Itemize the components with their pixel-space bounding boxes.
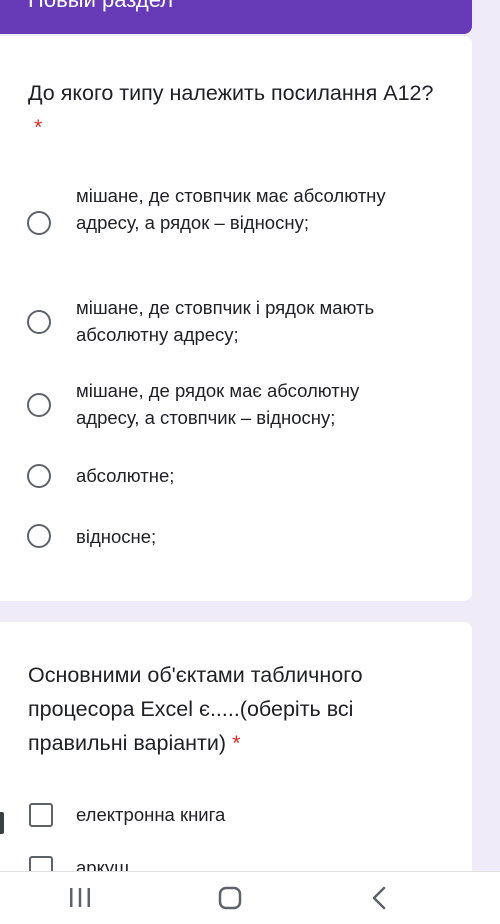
radio-button[interactable] [27, 464, 51, 488]
edge-indicator [0, 812, 4, 834]
home-icon [218, 886, 242, 910]
option-label: електронна книга [76, 804, 226, 825]
radio-button[interactable] [27, 393, 51, 417]
radio-button[interactable] [27, 524, 51, 548]
option-label: мішане, де стовпчик і рядок мають абсолю… [76, 297, 375, 345]
checkbox-option-1[interactable]: електронна книга [0, 801, 472, 831]
question-text: Основними об'єктами табличного процесора… [28, 663, 363, 755]
radio-button[interactable] [27, 211, 51, 235]
required-mark: * [34, 115, 43, 139]
home-icon[interactable] [210, 884, 250, 912]
section-header: Новый раздел [0, 0, 472, 34]
option-label: абсолютне; [76, 465, 175, 486]
required-mark: * [232, 731, 241, 755]
radio-button[interactable] [27, 310, 51, 334]
radio-option-3[interactable]: мішане, де рядок має абсолютну адресу, а… [0, 377, 472, 435]
question-text: До якого типу належить посилання А12? [28, 81, 434, 105]
radio-option-5[interactable]: відносне; [0, 523, 472, 553]
recent-apps-icon[interactable] [60, 884, 100, 912]
question-card-2: Основними об'єктами табличного процесора… [0, 622, 472, 882]
question-card-1: До якого типу належить посилання А12? * м… [0, 36, 472, 601]
checkbox[interactable] [29, 803, 53, 827]
radio-option-2[interactable]: мішане, де стовпчик і рядок мають абсолю… [0, 294, 472, 352]
back-icon[interactable] [360, 884, 400, 912]
question-title: До якого типу належить посилання А12? * [28, 76, 438, 144]
question-title: Основними об'єктами табличного процесора… [28, 658, 428, 760]
section-title: Новый раздел [28, 0, 173, 14]
option-label: відносне; [76, 526, 157, 547]
radio-option-4[interactable]: абсолютне; [0, 462, 472, 492]
back-icon [372, 886, 386, 910]
option-label: мішане, де рядок має абсолютну адресу, а… [76, 380, 360, 428]
recent-apps-icon [70, 888, 90, 907]
radio-option-1[interactable]: мішане, де стовпчик має абсолютну адресу… [0, 182, 472, 267]
android-navigation-bar [0, 871, 500, 924]
option-label: мішане, де стовпчик має абсолютну адресу… [76, 185, 386, 233]
